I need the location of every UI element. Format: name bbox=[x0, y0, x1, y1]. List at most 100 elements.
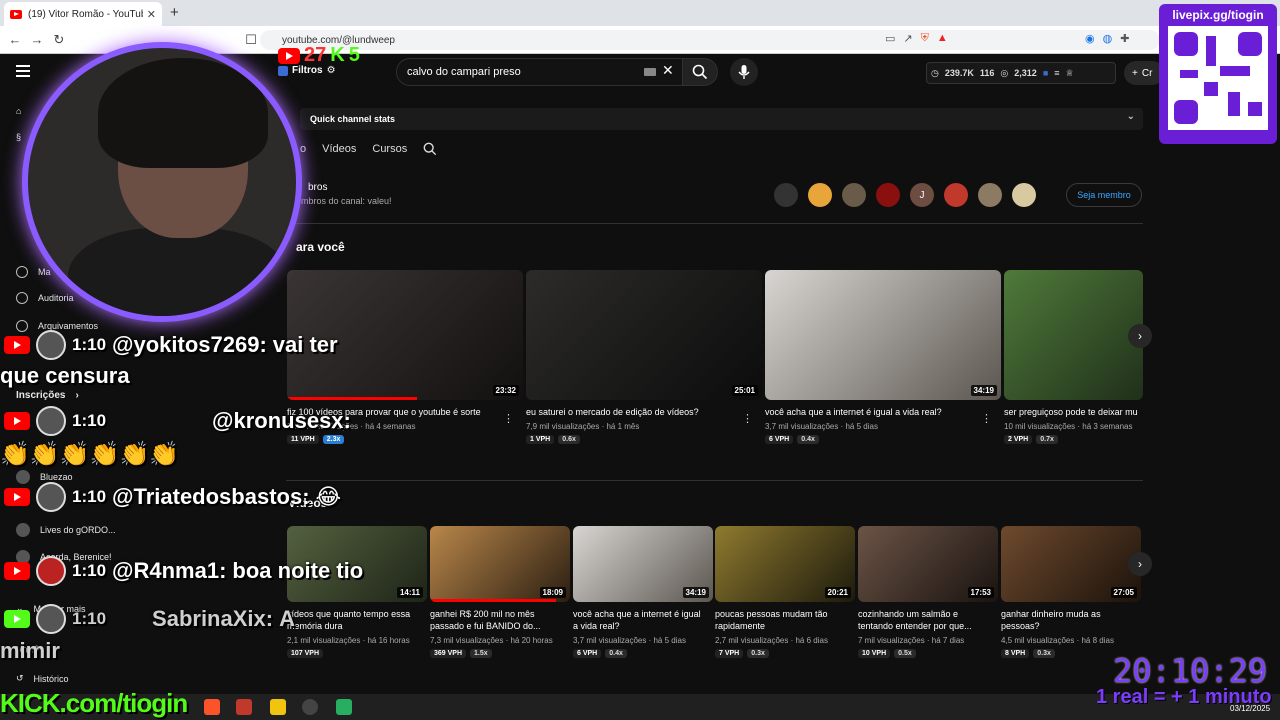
member-avatar[interactable] bbox=[808, 183, 832, 207]
sidebar-item-ma[interactable]: Ma bbox=[16, 266, 51, 278]
video-card[interactable]: 20:21 poucas pessoas mudam tão rapidamen… bbox=[715, 526, 855, 659]
member-avatar[interactable] bbox=[944, 183, 968, 207]
browser-tab[interactable]: (19) Vitor Romão - YouTube ✕ bbox=[4, 2, 162, 26]
video-thumbnail[interactable]: 27:05 bbox=[1001, 526, 1141, 602]
search-input[interactable]: calvo do campari preso bbox=[396, 58, 684, 86]
subscription-item[interactable]: Lives do gORDO... bbox=[16, 523, 116, 537]
search-button[interactable] bbox=[682, 58, 718, 86]
video-card[interactable]: ser preguiçoso pode te deixar mu 10 mil … bbox=[1004, 270, 1143, 445]
video-title[interactable]: ganhei R$ 200 mil no mês passado e fui B… bbox=[430, 608, 564, 632]
rewards-icon[interactable]: ▲ bbox=[937, 32, 948, 45]
extension-icon[interactable]: ◉ bbox=[1085, 32, 1095, 45]
member-avatar[interactable] bbox=[1012, 183, 1036, 207]
video-meta: 3,7 mil visualizações · há 5 dias bbox=[573, 636, 686, 646]
multiplier-badge: 2.3x bbox=[322, 435, 345, 445]
screen: (19) Vitor Romão - YouTube ✕ + ← → ↻ ☐ y… bbox=[0, 0, 1280, 720]
reload-icon[interactable]: ↻ bbox=[48, 32, 70, 48]
bookmark-icon[interactable]: ☐ bbox=[240, 32, 262, 48]
eye-icon: ◎ bbox=[1000, 67, 1009, 78]
video-title[interactable]: poucas pessoas mudam tão rapidamente bbox=[715, 608, 849, 632]
video-card[interactable]: 34:19 você acha que a internet é igual a… bbox=[573, 526, 713, 659]
app-taskbar-icon[interactable] bbox=[236, 699, 252, 715]
watch-progress bbox=[287, 397, 417, 400]
video-card[interactable]: 34:19 você acha que a internet é igual a… bbox=[765, 270, 1001, 445]
video-thumbnail[interactable]: 18:09 bbox=[430, 526, 570, 602]
sidebar-item-history[interactable]: ↺ Histórico bbox=[16, 673, 69, 684]
video-title[interactable]: cozinhando um salmão e tentando entender… bbox=[858, 608, 992, 632]
vph-badge: 10 VPH bbox=[858, 649, 891, 659]
app-taskbar-icon[interactable] bbox=[270, 699, 286, 715]
tab-videos[interactable]: Vídeos bbox=[322, 143, 356, 155]
app-taskbar-icon[interactable] bbox=[336, 699, 352, 715]
more-options-icon[interactable]: ⋮ bbox=[503, 412, 514, 425]
laughing-emote-icon: 😂 bbox=[315, 484, 342, 509]
video-title[interactable]: ganhar dinheiro muda as pessoas? bbox=[1001, 608, 1135, 632]
video-thumbnail[interactable] bbox=[1004, 270, 1143, 400]
member-avatar[interactable]: J bbox=[910, 183, 934, 207]
member-avatar[interactable] bbox=[978, 183, 1002, 207]
realtime-stats[interactable]: ◷ 239.7K 116 ◎ 2,312 ■ ≡ ♕ bbox=[926, 62, 1116, 84]
share-icon[interactable]: ↗ bbox=[903, 32, 912, 45]
chat-emotes: 👏👏👏👏👏👏 bbox=[0, 440, 179, 469]
video-duration: 20:21 bbox=[824, 587, 851, 598]
join-button[interactable]: Seja membro bbox=[1066, 183, 1142, 207]
more-options-icon[interactable]: ⋮ bbox=[742, 412, 753, 425]
tab-courses[interactable]: Cursos bbox=[372, 143, 407, 155]
member-avatar[interactable] bbox=[774, 183, 798, 207]
kick-url-overlay: KICK.com/tiogin bbox=[0, 688, 188, 718]
video-title[interactable]: eu saturei o mercado de edição de vídeos… bbox=[526, 406, 753, 418]
members-title: bros bbox=[308, 182, 328, 193]
tab-partial[interactable]: o bbox=[300, 143, 306, 155]
channel-search-icon[interactable] bbox=[423, 142, 437, 156]
chat-message-continued: mimir bbox=[0, 638, 60, 664]
create-button[interactable]: + Cr bbox=[1124, 61, 1164, 85]
clap-emote-icon: 👏👏👏👏👏👏 bbox=[0, 441, 180, 468]
video-card[interactable]: 25:01 eu saturei o mercado de edição de … bbox=[526, 270, 762, 445]
carousel-next-button[interactable]: › bbox=[1128, 324, 1152, 348]
subscriptions-heading[interactable]: Inscrições › bbox=[16, 390, 79, 401]
video-card[interactable]: 14:11 vídeos que quanto tempo essa memór… bbox=[287, 526, 427, 659]
video-title[interactable]: você acha que a internet é igual a vida … bbox=[573, 608, 707, 632]
video-badges: 1 VPH 0.6x bbox=[526, 435, 753, 445]
video-card[interactable]: 27:05 ganhar dinheiro muda as pessoas? 4… bbox=[1001, 526, 1141, 659]
video-thumbnail[interactable]: 25:01 bbox=[526, 270, 762, 400]
extensions: ◉ ◍ ✚ bbox=[1085, 32, 1129, 45]
new-tab-icon[interactable]: + bbox=[170, 4, 179, 21]
url-bar[interactable]: youtube.com/@lundweep bbox=[260, 30, 1160, 50]
close-tab-icon[interactable]: ✕ bbox=[147, 8, 156, 21]
video-card[interactable]: 18:09 ganhei R$ 200 mil no mês passado e… bbox=[430, 526, 570, 659]
voice-search-button[interactable] bbox=[730, 58, 758, 86]
home-icon[interactable]: ⌂ bbox=[16, 106, 21, 116]
video-thumbnail[interactable]: 17:53 bbox=[858, 526, 998, 602]
obs-taskbar-icon[interactable] bbox=[302, 699, 318, 715]
video-meta: 7 mil visualizações · há 7 dias bbox=[858, 636, 965, 646]
keyboard-icon[interactable] bbox=[644, 68, 656, 76]
carousel-next-button[interactable]: › bbox=[1128, 552, 1152, 576]
search-icon bbox=[692, 64, 708, 80]
brave-shield-icon[interactable]: ⛨ bbox=[921, 32, 929, 45]
video-meta: 2,1 mil visualizações · há 16 horas bbox=[287, 636, 410, 646]
shorts-icon[interactable]: § bbox=[16, 132, 21, 142]
sidebar-item-auditoria[interactable]: Auditoria bbox=[16, 292, 74, 304]
video-card[interactable]: 17:53 cozinhando um salmão e tentando en… bbox=[858, 526, 998, 659]
puzzle-icon[interactable]: ✚ bbox=[1120, 32, 1129, 45]
video-thumbnail[interactable]: 34:19 bbox=[765, 270, 1001, 400]
brave-taskbar-icon[interactable] bbox=[204, 699, 220, 715]
clear-search-icon[interactable]: ✕ bbox=[662, 62, 674, 79]
member-avatar[interactable] bbox=[842, 183, 866, 207]
video-thumbnail[interactable]: 34:19 bbox=[573, 526, 713, 602]
extension-icon[interactable]: ◍ bbox=[1103, 32, 1113, 45]
video-thumbnail[interactable]: 20:21 bbox=[715, 526, 855, 602]
member-avatar[interactable] bbox=[876, 183, 900, 207]
chat-avatar bbox=[36, 330, 66, 360]
video-title[interactable]: ser preguiçoso pode te deixar mu bbox=[1004, 406, 1143, 418]
quick-channel-stats-bar[interactable]: Quick channel stats ⌄ bbox=[300, 108, 1143, 130]
video-title[interactable]: vídeos que quanto tempo essa memória dur… bbox=[287, 608, 423, 632]
cast-icon[interactable]: ▭ bbox=[885, 32, 895, 45]
more-options-icon[interactable]: ⋮ bbox=[981, 412, 992, 425]
video-title[interactable]: você acha que a internet é igual a vida … bbox=[765, 406, 992, 418]
video-duration: 18:09 bbox=[539, 587, 566, 598]
forward-icon[interactable]: → bbox=[26, 32, 48, 47]
back-icon[interactable]: ← bbox=[4, 32, 26, 47]
menu-icon[interactable] bbox=[16, 65, 30, 77]
